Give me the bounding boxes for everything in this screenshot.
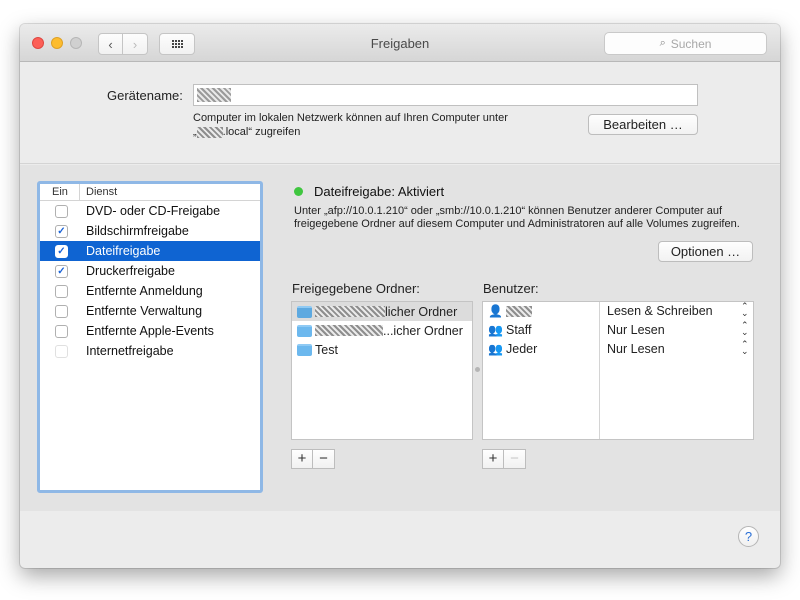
service-row-screen-sharing[interactable]: ✓ Bildschirmfreigabe: [40, 221, 260, 241]
service-checkbox[interactable]: ✓: [55, 224, 68, 238]
shared-folders-label: Freigegebene Ordner:: [292, 281, 420, 296]
table-row[interactable]: 👤 Lesen & Schreiben ⌃ ⌄: [483, 302, 753, 321]
sharing-description: Unter „afp://10.0.1.210“ oder „smb://10.…: [294, 205, 740, 230]
split-view-divider[interactable]: [475, 367, 480, 372]
shared-folders-list: licher Ordner ...icher Ordner Test: [291, 301, 473, 440]
user-name: Staff: [506, 323, 532, 337]
device-name-input[interactable]: [193, 84, 698, 106]
service-row-printer-sharing[interactable]: ✓ Druckerfreigabe: [40, 261, 260, 281]
folder-label: ...icher Ordner: [383, 323, 463, 338]
service-checkbox[interactable]: ✓: [55, 264, 68, 278]
column-header-service[interactable]: Dienst: [80, 184, 260, 200]
service-checkbox[interactable]: [55, 304, 68, 318]
single-user-icon: 👤: [488, 304, 503, 318]
service-label: Internetfreigabe: [86, 344, 174, 358]
status-text: Dateifreigabe: Aktiviert: [314, 184, 445, 199]
remove-user-button[interactable]: −: [504, 449, 526, 469]
preferences-window: ‹ › Freigaben ⌕ Suchen Gerätename: Compu…: [20, 24, 780, 568]
options-button[interactable]: Optionen …: [658, 241, 753, 262]
folder-label: Test: [315, 342, 338, 357]
service-list-header: Ein Dienst: [40, 184, 260, 201]
device-name-hint: Computer im lokalen Netzwerk können auf …: [193, 111, 553, 139]
device-name-section: Gerätename: Computer im lokalen Netzwerk…: [20, 63, 780, 164]
checkmark-icon: ✓: [57, 245, 66, 257]
list-item[interactable]: Test: [292, 340, 472, 359]
redacted-hostname: [196, 126, 223, 138]
redacted-user-name: [506, 305, 532, 317]
folder-icon: [297, 324, 312, 337]
service-label: Entfernte Apple-Events: [86, 324, 214, 338]
device-name-label: Gerätename:: [107, 88, 183, 103]
service-row-internet-sharing[interactable]: Internetfreigabe: [40, 341, 260, 361]
search-placeholder: Suchen: [670, 36, 712, 51]
column-header-on[interactable]: Ein: [40, 184, 80, 200]
service-row-remote-management[interactable]: Entfernte Verwaltung: [40, 301, 260, 321]
popup-arrows-icon: ⌃ ⌄: [741, 339, 749, 356]
list-item[interactable]: licher Ordner: [292, 302, 472, 321]
service-row-remote-login[interactable]: Entfernte Anmeldung: [40, 281, 260, 301]
service-label: DVD- oder CD-Freigabe: [86, 204, 221, 218]
service-label: Druckerfreigabe: [86, 264, 175, 278]
user-name-cell: 👤: [488, 304, 532, 318]
users-label: Benutzer:: [483, 281, 539, 296]
service-checkbox[interactable]: ✓: [55, 244, 68, 258]
redacted-device-name: [197, 88, 231, 102]
folder-label: licher Ordner: [385, 304, 458, 319]
permission-popup[interactable]: Nur Lesen: [607, 342, 665, 356]
user-add-remove: + −: [482, 449, 526, 469]
title-bar: ‹ › Freigaben ⌕ Suchen: [20, 24, 780, 62]
service-list: Ein Dienst DVD- oder CD-Freigabe ✓ Bilds…: [37, 181, 263, 493]
service-checkbox[interactable]: [55, 284, 68, 298]
status-indicator: [294, 187, 303, 196]
edit-button[interactable]: Bearbeiten …: [588, 114, 698, 135]
users-list: 👤 Lesen & Schreiben ⌃ ⌄ 👥 Staff Nur Lesen…: [482, 301, 754, 440]
sharing-main-panel: Ein Dienst DVD- oder CD-Freigabe ✓ Bilds…: [20, 165, 780, 511]
add-folder-button[interactable]: +: [291, 449, 313, 469]
service-checkbox[interactable]: [55, 324, 68, 338]
service-label: Bildschirmfreigabe: [86, 224, 189, 238]
list-item[interactable]: ...icher Ordner: [292, 321, 472, 340]
everyone-icon: 👥: [488, 342, 503, 356]
redacted-folder-name: [315, 325, 383, 336]
permission-popup[interactable]: Lesen & Schreiben: [607, 304, 713, 318]
hint-line-2: „ .local“ zugreifen: [193, 125, 553, 139]
remove-folder-button[interactable]: −: [313, 449, 335, 469]
service-row-file-sharing[interactable]: ✓ Dateifreigabe: [40, 241, 260, 261]
user-name-cell: 👥 Jeder: [488, 342, 537, 356]
checkmark-icon: ✓: [57, 225, 66, 237]
service-label: Entfernte Anmeldung: [86, 284, 203, 298]
hint-suffix: .local“ zugreifen: [222, 126, 301, 138]
service-row-dvd[interactable]: DVD- oder CD-Freigabe: [40, 201, 260, 221]
checkmark-icon: ✓: [57, 265, 66, 277]
popup-arrows-icon: ⌃ ⌄: [741, 320, 749, 337]
redacted-folder-name: [315, 306, 385, 317]
help-button[interactable]: ?: [738, 526, 759, 547]
hint-line-1: Computer im lokalen Netzwerk können auf …: [193, 112, 508, 124]
service-label: Entfernte Verwaltung: [86, 304, 203, 318]
service-checkbox[interactable]: [55, 344, 68, 358]
folder-icon: [297, 343, 312, 356]
user-name-cell: 👥 Staff: [488, 323, 531, 337]
search-icon: ⌕: [659, 37, 666, 49]
search-field[interactable]: ⌕ Suchen: [604, 32, 767, 55]
service-row-remote-apple-events[interactable]: Entfernte Apple-Events: [40, 321, 260, 341]
permission-popup[interactable]: Nur Lesen: [607, 323, 665, 337]
table-row[interactable]: 👥 Jeder Nur Lesen ⌃ ⌄: [483, 340, 753, 359]
table-row[interactable]: 👥 Staff Nur Lesen ⌃ ⌄: [483, 321, 753, 340]
add-user-button[interactable]: +: [482, 449, 504, 469]
service-checkbox[interactable]: [55, 204, 68, 218]
group-icon: 👥: [488, 323, 503, 337]
public-folder-icon: [297, 305, 312, 318]
user-name: Jeder: [506, 342, 538, 356]
service-label: Dateifreigabe: [86, 244, 161, 258]
popup-arrows-icon: ⌃ ⌄: [741, 301, 749, 318]
folder-add-remove: + −: [291, 449, 335, 469]
